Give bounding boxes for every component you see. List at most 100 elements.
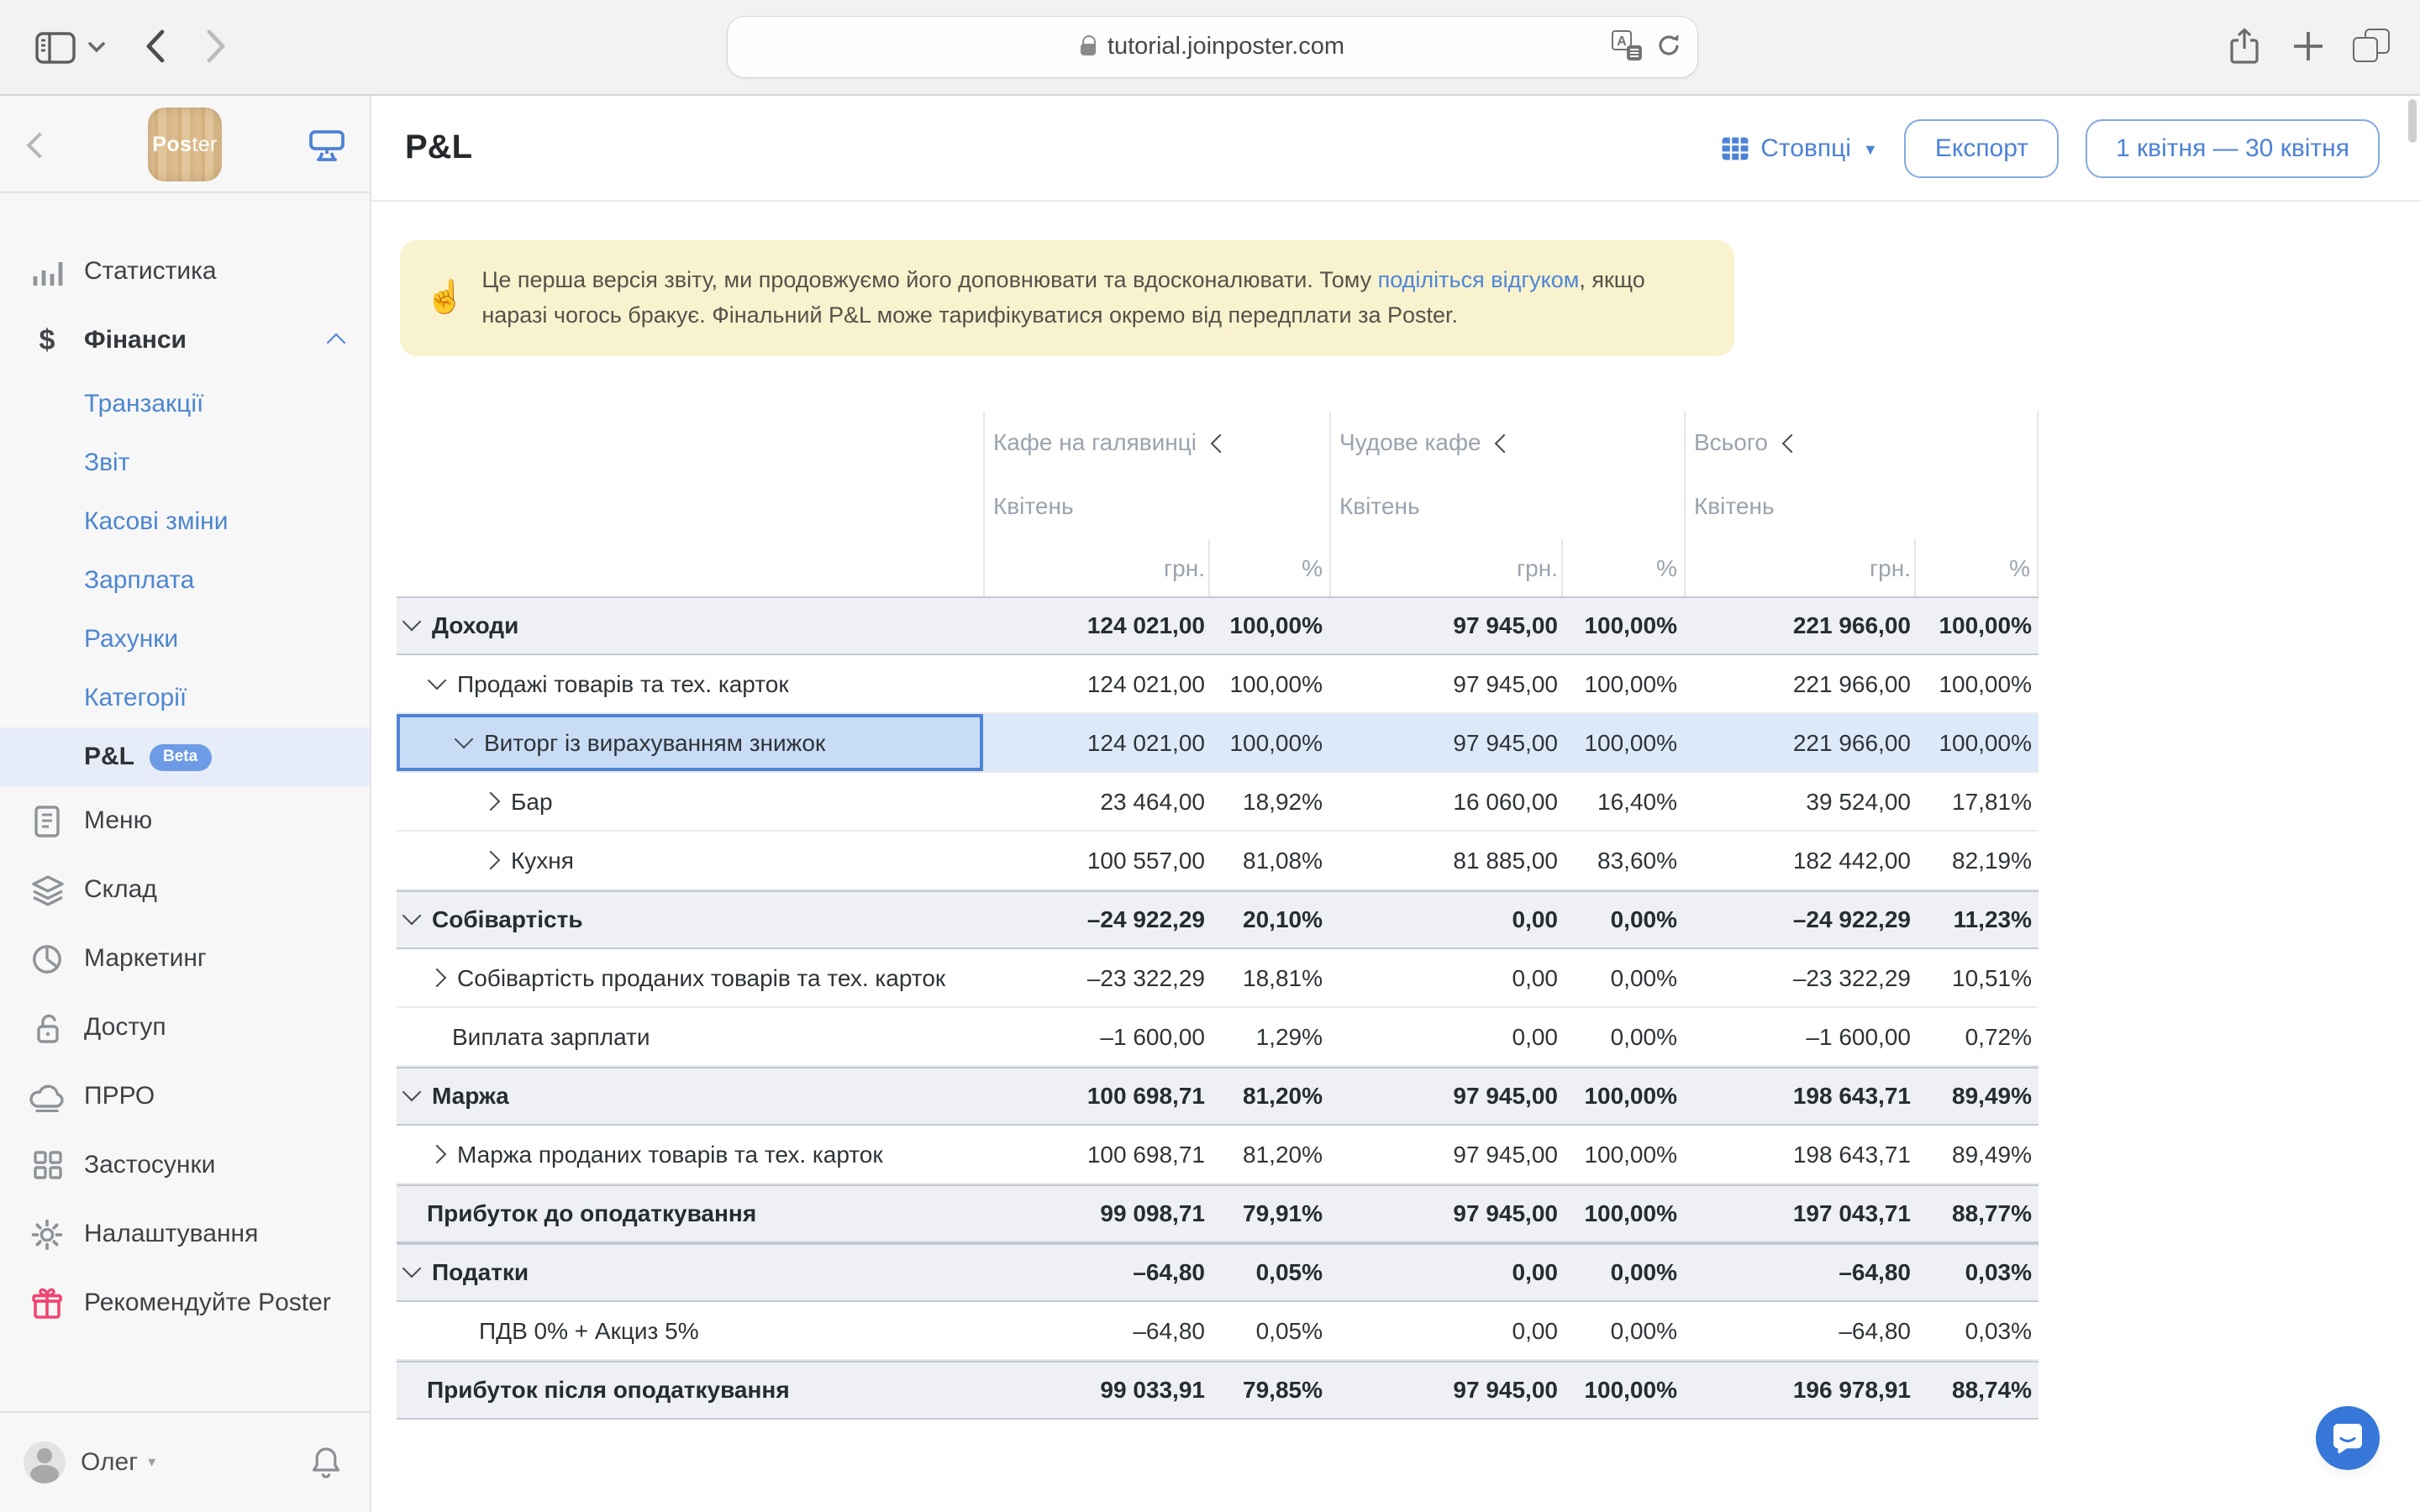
sidebar-item-prro[interactable]: ПРРО bbox=[0, 1062, 370, 1131]
amount-cell: –24 922,29 bbox=[983, 890, 1208, 948]
amount-cell: –64,80 bbox=[1684, 1242, 1914, 1301]
sidebar-item-pnl[interactable]: P&LBeta bbox=[0, 727, 370, 786]
chevron-up-icon[interactable] bbox=[327, 333, 346, 353]
amount-cell: 97 945,00 bbox=[1329, 713, 1561, 772]
row-label[interactable]: Собівартість bbox=[397, 890, 983, 948]
terminal-icon[interactable] bbox=[306, 128, 348, 165]
chevron-right-icon[interactable] bbox=[428, 968, 447, 987]
row-label[interactable]: Собівартість проданих товарів та тех. ка… bbox=[397, 948, 983, 1007]
sidebar-item-apps[interactable]: Застосунки bbox=[0, 1131, 370, 1200]
columns-button[interactable]: Стовпці ▼ bbox=[1720, 134, 1878, 162]
new-tab-icon[interactable] bbox=[2291, 29, 2326, 64]
sidebar-item-label: Статистика bbox=[84, 257, 217, 286]
chat-bubble-icon bbox=[2331, 1421, 2365, 1455]
chevron-down-icon[interactable] bbox=[402, 906, 422, 926]
row-label[interactable]: Прибуток до оподаткування bbox=[397, 1184, 983, 1242]
amount-cell: 99 098,71 bbox=[983, 1184, 1208, 1242]
export-button[interactable]: Експорт bbox=[1905, 118, 2059, 177]
row-label[interactable]: Маржа проданих товарів та тех. карток bbox=[397, 1125, 983, 1184]
sidebar-item-report[interactable]: Звіт bbox=[0, 433, 370, 492]
sidebar-item-finance[interactable]: $Фінанси bbox=[0, 306, 370, 375]
sidebar-item-categories[interactable]: Категорії bbox=[0, 669, 370, 727]
sidebar-item-menu[interactable]: Меню bbox=[0, 786, 370, 855]
beta-notice-banner: ☝️ Це перша версія звіту, ми продовжуємо… bbox=[400, 240, 1734, 355]
amount-cell: –1 600,00 bbox=[1684, 1007, 1914, 1066]
user-name[interactable]: Олег bbox=[81, 1448, 138, 1477]
column-group-header[interactable]: Кафе на галявинці bbox=[983, 411, 1329, 473]
collapse-column-icon[interactable] bbox=[1495, 433, 1514, 453]
chevron-right-icon[interactable] bbox=[428, 1144, 447, 1163]
chevron-down-icon[interactable] bbox=[402, 1083, 422, 1102]
percent-cell: 100,00% bbox=[1561, 1360, 1684, 1419]
chevron-down-icon[interactable] bbox=[87, 40, 106, 54]
row-label[interactable]: Бар bbox=[397, 772, 983, 831]
row-label[interactable]: ПДВ 0% + Акциз 5% bbox=[397, 1301, 983, 1360]
sidebar-item-salary[interactable]: Зарплата bbox=[0, 551, 370, 610]
row-label-text: Маржа проданих товарів та тех. карток bbox=[457, 1140, 883, 1167]
sidebar-item-label: Зарплата bbox=[84, 566, 194, 595]
amount-cell: 196 978,91 bbox=[1684, 1360, 1914, 1419]
sidebar-item-access[interactable]: Доступ bbox=[0, 993, 370, 1062]
sidebar-item-settings[interactable]: Налаштування bbox=[0, 1200, 370, 1268]
chevron-down-icon[interactable] bbox=[402, 1259, 422, 1278]
collapse-sidebar-icon[interactable] bbox=[26, 132, 52, 158]
chevron-right-icon[interactable] bbox=[481, 850, 501, 869]
notifications-bell-icon[interactable] bbox=[309, 1445, 343, 1482]
amount-cell: 182 442,00 bbox=[1684, 831, 1914, 890]
feedback-link[interactable]: поділіться відгуком bbox=[1378, 267, 1580, 292]
chevron-down-icon[interactable] bbox=[428, 670, 447, 690]
row-label-text: Прибуток до оподаткування bbox=[427, 1200, 756, 1226]
page-scrollbar[interactable] bbox=[2408, 99, 2417, 143]
row-label[interactable]: Виторг із вирахуванням знижок bbox=[397, 713, 983, 772]
amount-cell: 198 643,71 bbox=[1684, 1066, 1914, 1125]
column-period-header: Квітень bbox=[1684, 473, 2039, 538]
sidebar-toggle-icon[interactable] bbox=[35, 32, 76, 64]
chevron-down-icon[interactable] bbox=[455, 729, 474, 748]
tab-overview-icon[interactable] bbox=[2353, 29, 2390, 62]
user-menu-caret-icon[interactable]: ▾ bbox=[148, 1453, 155, 1472]
sidebar-item-stock[interactable]: Склад bbox=[0, 855, 370, 924]
percent-cell: 79,91% bbox=[1208, 1184, 1329, 1242]
sidebar-item-accounts[interactable]: Рахунки bbox=[0, 610, 370, 669]
column-group-header[interactable]: Всього bbox=[1684, 411, 2039, 473]
amount-cell: 0,00 bbox=[1329, 1007, 1561, 1066]
row-label[interactable]: Кухня bbox=[397, 831, 983, 890]
column-group-header[interactable]: Чудове кафе bbox=[1329, 411, 1684, 473]
percent-cell: 0,00% bbox=[1561, 890, 1684, 948]
amount-cell: 221 966,00 bbox=[1684, 654, 1914, 713]
chevron-right-icon[interactable] bbox=[481, 791, 501, 811]
date-range-button[interactable]: 1 квітня — 30 квітня bbox=[2086, 118, 2380, 177]
page-title: P&L bbox=[405, 129, 472, 167]
collapse-column-icon[interactable] bbox=[1211, 433, 1230, 453]
row-label[interactable]: Прибуток після оподаткування bbox=[397, 1360, 983, 1419]
row-label[interactable]: Маржа bbox=[397, 1066, 983, 1125]
poster-logo[interactable]: Poster bbox=[148, 107, 222, 181]
share-icon[interactable] bbox=[2228, 27, 2260, 67]
row-label-text: Продажі товарів та тех. карток bbox=[457, 669, 789, 696]
back-icon[interactable] bbox=[145, 29, 166, 64]
sidebar-item-cash-shifts[interactable]: Касові зміни bbox=[0, 492, 370, 551]
support-chat-button[interactable] bbox=[2316, 1406, 2380, 1470]
translate-icon[interactable]: A bbox=[1612, 30, 1642, 60]
address-bar[interactable]: tutorial.joinposter.com A bbox=[728, 17, 1697, 77]
row-label[interactable]: Продажі товарів та тех. карток bbox=[397, 654, 983, 713]
column-group-name: Кафе на галявинці bbox=[993, 428, 1197, 455]
percent-cell: 82,19% bbox=[1914, 831, 2039, 890]
reload-icon[interactable] bbox=[1655, 32, 1682, 59]
collapse-column-icon[interactable] bbox=[1782, 433, 1802, 453]
sidebar-item-marketing[interactable]: Маркетинг bbox=[0, 924, 370, 993]
sidebar-item-statistics[interactable]: Статистика bbox=[0, 237, 370, 306]
amount-cell: –64,80 bbox=[1684, 1301, 1914, 1360]
row-label[interactable]: Виплата зарплати bbox=[397, 1007, 983, 1066]
chevron-down-icon[interactable] bbox=[402, 612, 422, 632]
header-spacer bbox=[397, 473, 983, 538]
row-label[interactable]: Доходи bbox=[397, 596, 983, 654]
sidebar-item-transactions[interactable]: Транзакції bbox=[0, 375, 370, 433]
cloud-icon bbox=[29, 1081, 66, 1111]
row-label[interactable]: Податки bbox=[397, 1242, 983, 1301]
forward-icon[interactable] bbox=[205, 29, 227, 64]
avatar[interactable] bbox=[24, 1441, 66, 1483]
sidebar-item-label: Маркетинг bbox=[84, 944, 207, 973]
percent-cell: 100,00% bbox=[1561, 713, 1684, 772]
sidebar-item-recommend[interactable]: Рекомендуйте Poster bbox=[0, 1268, 370, 1337]
